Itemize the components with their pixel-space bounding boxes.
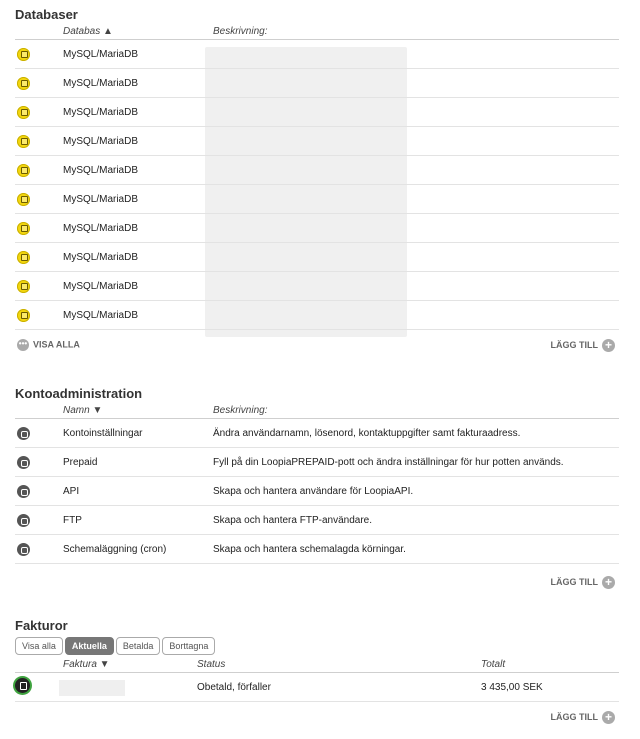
add-invoice-button[interactable]: LÄGG TILL +	[550, 711, 615, 724]
table-row[interactable]: MySQL/MariaDB	[15, 127, 619, 156]
account-footer: LÄGG TILL +	[15, 564, 619, 596]
filter-paid-button[interactable]: Betalda	[115, 637, 161, 655]
database-icon	[17, 164, 30, 177]
databases-title: Databaser	[15, 7, 78, 22]
database-name[interactable]: MySQL/MariaDB	[63, 281, 138, 292]
invoice-total: 3 435,00 SEK	[481, 682, 543, 693]
account-item-name[interactable]: API	[63, 486, 79, 497]
filter-deleted-button[interactable]: Borttagna	[162, 637, 216, 655]
database-name[interactable]: MySQL/MariaDB	[63, 223, 138, 234]
wallet-icon	[17, 456, 30, 469]
account-item-desc: Skapa och hantera schemalagda körningar.	[213, 544, 406, 555]
databases-section: Databaser Databas ▲ Beskrivning: MySQL/M…	[15, 5, 619, 360]
database-icon	[17, 77, 30, 90]
add-account-button[interactable]: LÄGG TILL +	[550, 576, 615, 589]
table-row[interactable]: Prepaid Fyll på din LoopiaPREPAID-pott oc…	[15, 448, 619, 477]
account-item-name[interactable]: Kontoinställningar	[63, 428, 143, 439]
table-row[interactable]: MySQL/MariaDB	[15, 69, 619, 98]
table-row[interactable]: Kontoinställningar Ändra användarnamn, lö…	[15, 419, 619, 448]
col-invoice[interactable]: Faktura ▼	[63, 659, 110, 670]
table-row[interactable]: API Skapa och hantera användare för Loopi…	[15, 477, 619, 506]
database-icon	[17, 135, 30, 148]
invoices-footer: LÄGG TILL +	[15, 702, 619, 732]
table-row[interactable]: MySQL/MariaDB	[15, 243, 619, 272]
database-icon	[17, 309, 30, 322]
database-icon	[17, 251, 30, 264]
database-name[interactable]: MySQL/MariaDB	[63, 107, 138, 118]
databases-rows: MySQL/MariaDB MySQL/MariaDB MySQL/MariaD…	[15, 40, 619, 330]
invoice-status: Obetald, förfaller	[197, 682, 271, 693]
invoices-title: Fakturor	[15, 618, 68, 633]
add-label: LÄGG TILL	[550, 576, 599, 587]
col-status: Status	[197, 659, 226, 670]
table-row[interactable]: MySQL/MariaDB	[15, 301, 619, 330]
table-row[interactable]: MySQL/MariaDB	[15, 185, 619, 214]
show-all-label: VISA ALLA	[33, 339, 80, 350]
account-item-desc: Skapa och hantera FTP-användare.	[213, 515, 372, 526]
col-description: Beskrivning:	[213, 405, 268, 416]
plus-icon: +	[602, 339, 615, 352]
account-item-name[interactable]: Prepaid	[63, 457, 97, 468]
database-name[interactable]: MySQL/MariaDB	[63, 165, 138, 176]
database-name[interactable]: MySQL/MariaDB	[63, 310, 138, 321]
account-section: Kontoadministration Namn ▼ Beskrivning: …	[15, 384, 619, 596]
database-icon	[17, 222, 30, 235]
add-label: LÄGG TILL	[550, 711, 599, 722]
account-table-header: Namn ▼ Beskrivning:	[15, 404, 619, 419]
table-row[interactable]: MySQL/MariaDB	[15, 156, 619, 185]
database-icon	[17, 280, 30, 293]
database-name[interactable]: MySQL/MariaDB	[63, 49, 138, 60]
database-name[interactable]: MySQL/MariaDB	[63, 136, 138, 147]
account-title: Kontoadministration	[15, 386, 143, 401]
table-row[interactable]: FTP Skapa och hantera FTP-användare.	[15, 506, 619, 535]
invoices-section: Fakturor Visa alla Aktuella Betalda Borttag…	[15, 616, 619, 732]
invoice-icon	[15, 678, 30, 693]
databases-footer: ••• VISA ALLA LÄGG TILL +	[15, 330, 619, 360]
filter-current-button[interactable]: Aktuella	[64, 637, 114, 655]
database-icon	[17, 106, 30, 119]
folder-icon	[17, 514, 30, 527]
database-name[interactable]: MySQL/MariaDB	[63, 194, 138, 205]
show-all-button[interactable]: ••• VISA ALLA	[17, 339, 80, 351]
col-description: Beskrivning:	[213, 26, 268, 37]
api-icon	[17, 485, 30, 498]
plus-icon: +	[602, 576, 615, 589]
account-item-name[interactable]: FTP	[63, 515, 82, 526]
invoice-filters: Visa alla Aktuella Betalda Borttagna	[15, 636, 619, 658]
databases-table-header: Databas ▲ Beskrivning:	[15, 25, 619, 40]
clock-icon	[17, 543, 30, 556]
col-name[interactable]: Namn ▼	[63, 405, 102, 416]
table-row[interactable]: Obetald, förfaller 3 435,00 SEK	[15, 673, 619, 702]
more-icon: •••	[17, 339, 29, 351]
col-database[interactable]: Databas ▲	[63, 26, 113, 37]
table-row[interactable]: MySQL/MariaDB	[15, 98, 619, 127]
add-label: LÄGG TILL	[550, 339, 599, 350]
add-database-button[interactable]: LÄGG TILL +	[550, 339, 615, 352]
plus-icon: +	[602, 711, 615, 724]
account-item-desc: Fyll på din LoopiaPREPAID-pott och ändra…	[213, 457, 564, 468]
table-row[interactable]: Schemaläggning (cron) Skapa och hantera s…	[15, 535, 619, 564]
account-item-desc: Skapa och hantera användare för LoopiaAP…	[213, 486, 414, 497]
filter-all-button[interactable]: Visa alla	[15, 637, 63, 655]
account-item-desc: Ändra användarnamn, lösenord, kontaktupp…	[213, 428, 521, 439]
gear-icon	[17, 427, 30, 440]
table-row[interactable]: MySQL/MariaDB	[15, 40, 619, 69]
account-item-name[interactable]: Schemaläggning (cron)	[63, 544, 166, 555]
database-name[interactable]: MySQL/MariaDB	[63, 252, 138, 263]
database-name[interactable]: MySQL/MariaDB	[63, 78, 138, 89]
col-total: Totalt	[481, 659, 506, 670]
table-row[interactable]: MySQL/MariaDB	[15, 272, 619, 301]
database-icon	[17, 48, 30, 61]
database-icon	[17, 193, 30, 206]
redacted-invoice-number	[59, 680, 125, 696]
table-row[interactable]: MySQL/MariaDB	[15, 214, 619, 243]
invoices-table-header: Faktura ▼ Status Totalt	[15, 658, 619, 673]
